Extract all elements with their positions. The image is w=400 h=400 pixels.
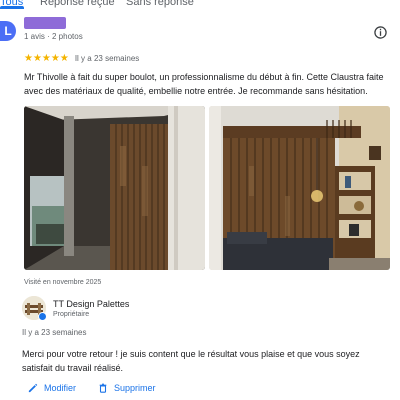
- tab-replied[interactable]: Réponse reçue: [40, 0, 115, 8]
- star-rating: ★★★★★: [24, 52, 69, 64]
- owner-role: Propriétaire: [53, 311, 90, 318]
- info-icon[interactable]: [374, 26, 387, 39]
- visited-date: Visité en novembre 2025: [24, 279, 102, 286]
- tab-unreplied[interactable]: Sans réponse: [126, 0, 194, 8]
- pencil-icon: [28, 383, 38, 393]
- reply-actions: Modifier Supprimer: [28, 382, 178, 394]
- review-photo-2[interactable]: [209, 106, 390, 270]
- reviewer-meta: 1 avis · 2 photos: [24, 32, 83, 41]
- active-tab-indicator: [0, 6, 24, 9]
- rating-row: ★★★★★ Il y a 23 semaines: [24, 52, 139, 64]
- owner-name: TT Design Palettes: [53, 299, 130, 309]
- review-photo-1[interactable]: [24, 106, 205, 270]
- edit-reply-label: Modifier: [44, 383, 77, 393]
- reply-text: Merci pour votre retour ! je suis conten…: [22, 349, 360, 373]
- trash-icon: [99, 383, 107, 393]
- review-text: Mr Thivolle à fait du super boulot, un p…: [24, 72, 384, 96]
- delete-reply-button[interactable]: Supprimer: [98, 383, 156, 393]
- check-badge-icon: [38, 312, 47, 321]
- edit-reply-button[interactable]: Modifier: [28, 383, 76, 393]
- review-time: Il y a 23 semaines: [74, 53, 140, 63]
- reviewer-avatar[interactable]: L: [0, 21, 16, 41]
- reply-time: Il y a 23 semaines: [22, 328, 87, 337]
- review-filter-tabs: Tous Réponse reçue Sans réponse: [0, 0, 400, 9]
- delete-reply-label: Supprimer: [114, 383, 156, 393]
- reviewer-name-redacted: [24, 17, 66, 29]
